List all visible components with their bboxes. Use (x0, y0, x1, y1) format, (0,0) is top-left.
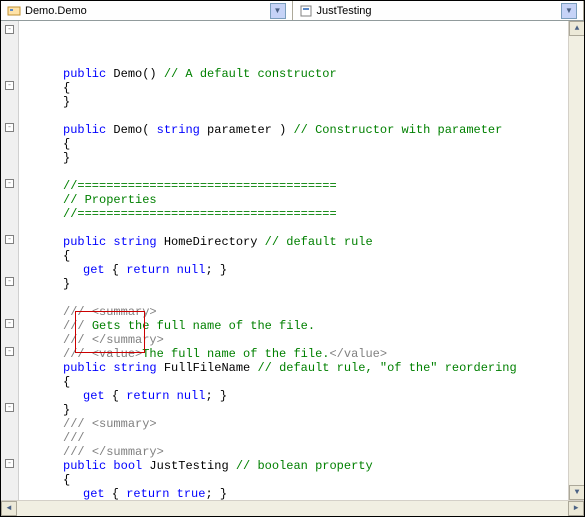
dropdown-icon[interactable]: ▼ (561, 3, 577, 19)
code-line: //==================================== (23, 179, 568, 193)
scroll-track[interactable] (569, 36, 584, 485)
code-editor[interactable]: public Demo() // A default constructor{}… (19, 21, 568, 500)
code-line: } (23, 277, 568, 291)
code-line: get { return null; } (23, 389, 568, 403)
code-line: get { return true; } (23, 487, 568, 500)
fold-toggle-icon[interactable]: - (5, 25, 14, 34)
tab-bar: Demo.Demo ▼ JustTesting ▼ (1, 1, 584, 21)
scroll-down-icon[interactable]: ▼ (569, 485, 584, 500)
code-line: /// <summary> (23, 305, 568, 319)
property-icon (299, 4, 313, 18)
code-line (23, 291, 568, 305)
editor-content: - - - - - - - - - - public Demo() // A default co… (1, 21, 584, 500)
tab-right[interactable]: JustTesting ▼ (293, 1, 585, 20)
code-line: { (23, 81, 568, 95)
code-line: public bool JustTesting // boolean prope… (23, 459, 568, 473)
tab-right-label: JustTesting (317, 5, 372, 17)
code-line: /// <value>The full name of the file.</v… (23, 347, 568, 361)
scroll-left-icon[interactable]: ◄ (1, 501, 17, 516)
fold-toggle-icon[interactable]: - (5, 277, 14, 286)
code-line: } (23, 403, 568, 417)
code-line: } (23, 151, 568, 165)
code-line: { (23, 137, 568, 151)
code-line: public string FullFileName // default ru… (23, 361, 568, 375)
code-line: { (23, 249, 568, 263)
code-line: /// </summary> (23, 333, 568, 347)
scroll-up-icon[interactable]: ▲ (569, 21, 584, 36)
code-line: // Properties (23, 193, 568, 207)
fold-toggle-icon[interactable]: - (5, 179, 14, 188)
horizontal-scrollbar[interactable]: ◄ ► (1, 500, 584, 516)
fold-toggle-icon[interactable]: - (5, 123, 14, 132)
fold-toggle-icon[interactable]: - (5, 81, 14, 90)
code-line: { (23, 375, 568, 389)
tab-left[interactable]: Demo.Demo ▼ (1, 1, 293, 20)
code-line: /// </summary> (23, 445, 568, 459)
code-line: /// <summary> (23, 417, 568, 431)
code-line (23, 221, 568, 235)
tab-left-label: Demo.Demo (25, 5, 87, 17)
dropdown-icon[interactable]: ▼ (270, 3, 286, 19)
vertical-scrollbar[interactable]: ▲ ▼ (568, 21, 584, 500)
fold-toggle-icon[interactable]: - (5, 403, 14, 412)
code-line: /// Gets the full name of the file. (23, 319, 568, 333)
fold-toggle-icon[interactable]: - (5, 459, 14, 468)
code-line: public Demo() // A default constructor (23, 67, 568, 81)
fold-toggle-icon[interactable]: - (5, 235, 14, 244)
scroll-track[interactable] (17, 501, 568, 516)
fold-toggle-icon[interactable]: - (5, 319, 14, 328)
class-icon (7, 4, 21, 18)
code-line: get { return null; } (23, 263, 568, 277)
scroll-right-icon[interactable]: ► (568, 501, 584, 516)
fold-toggle-icon[interactable]: - (5, 347, 14, 356)
code-line: /// (23, 431, 568, 445)
code-line: { (23, 473, 568, 487)
code-line (23, 165, 568, 179)
code-line: public Demo( string parameter ) // Const… (23, 123, 568, 137)
code-line: } (23, 95, 568, 109)
code-line: public string HomeDirectory // default r… (23, 235, 568, 249)
code-line: //==================================== (23, 207, 568, 221)
fold-gutter[interactable]: - - - - - - - - - - (1, 21, 19, 500)
code-line (23, 109, 568, 123)
